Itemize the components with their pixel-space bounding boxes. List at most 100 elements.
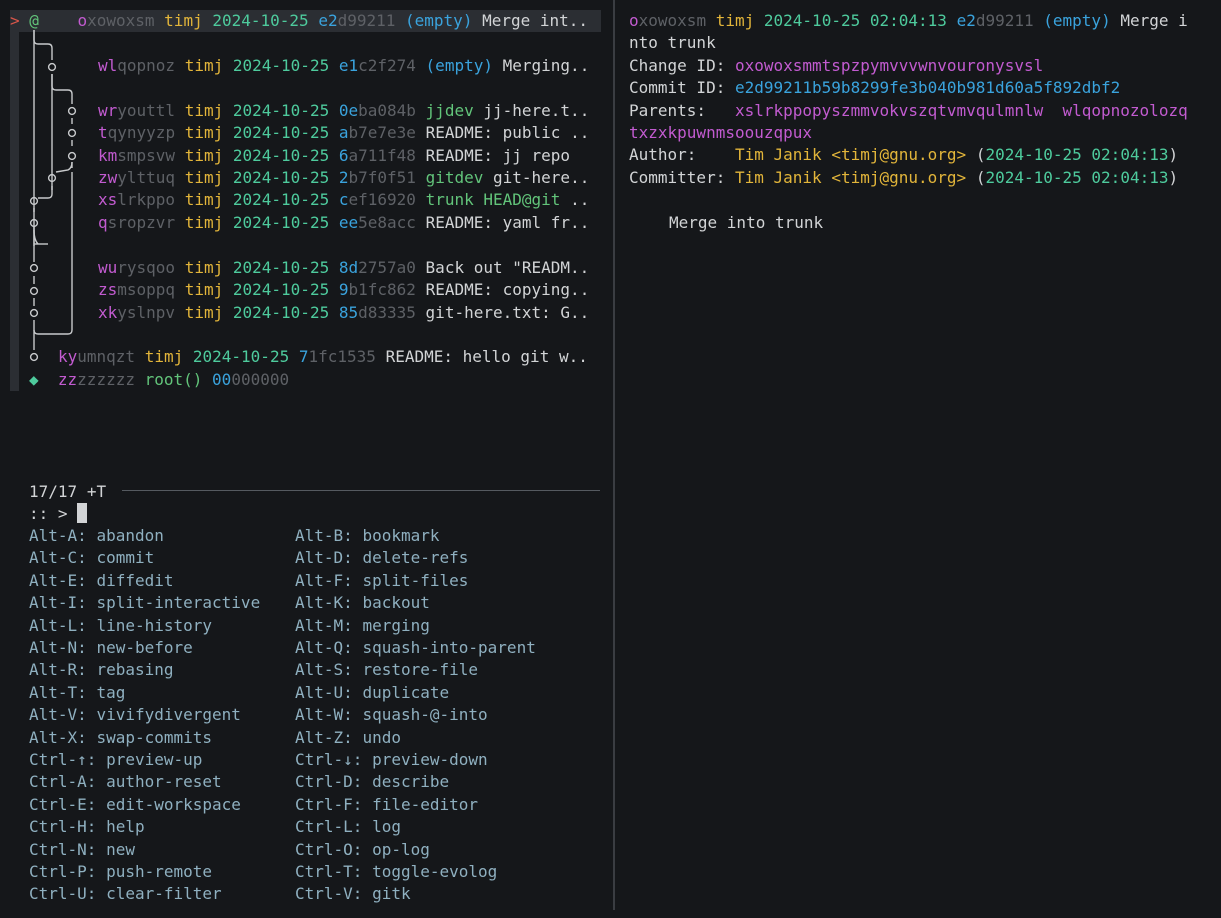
keybinding-item[interactable]: Alt-W: squash-@-into [295, 704, 488, 726]
hash-rest: b7e7e3e [348, 123, 416, 142]
key-combo: Alt-D: [295, 548, 353, 568]
keybinding-item[interactable]: Alt-T: tag [29, 682, 125, 704]
keybinding-item[interactable]: Alt-D: delete-refs [295, 547, 468, 569]
author: timj [184, 258, 224, 277]
action-name: author-reset [106, 772, 222, 792]
hash-rest: ba084b [358, 101, 416, 120]
description: Merging.. [502, 56, 590, 75]
hash-rest: 000000 [231, 370, 290, 389]
filter-divider [122, 490, 600, 491]
parent-2: wlqopnozolozq [1062, 101, 1188, 120]
change-id-rest: youttl [117, 101, 176, 120]
ref-tag: jjdev [425, 101, 474, 120]
pane-divider[interactable] [613, 0, 615, 910]
keybinding-item[interactable]: Ctrl-↓: preview-down [295, 749, 488, 771]
keybinding-item[interactable]: Alt-Q: squash-into-parent [295, 637, 536, 659]
log-row[interactable]: zsmsoppq timj 2024-10-25 9b1fc862 README… [98, 279, 589, 301]
log-row[interactable]: qsropzvr timj 2024-10-25 ee5e8acc README… [98, 212, 589, 234]
log-row[interactable]: zwylttuq timj 2024-10-25 2b7f0f51 gitdev… [98, 167, 589, 189]
keybinding-item[interactable]: Alt-N: new-before [29, 637, 193, 659]
key-combo: Alt-C: [29, 548, 87, 568]
keybinding-item[interactable]: Ctrl-V: gitk [295, 883, 411, 905]
action-name: delete-refs [362, 548, 469, 568]
date: 2024-10-25 [212, 11, 309, 30]
keybinding-item[interactable]: Alt-X: swap-commits [29, 727, 212, 749]
date: 2024-10-25 [232, 146, 330, 165]
keybinding-item[interactable]: Ctrl-E: edit-workspace [29, 794, 241, 816]
author: timj [184, 213, 224, 232]
filter-input[interactable]: :: > [29, 503, 88, 525]
action-name: edit-workspace [106, 794, 241, 814]
key-combo: Ctrl-N: [29, 839, 97, 859]
keybinding-item[interactable]: Alt-A: abandon [29, 525, 164, 547]
working-copy-symbol: @ [29, 11, 39, 30]
hash-prefix: a [338, 123, 349, 142]
keybinding-item[interactable]: Ctrl-T: toggle-evolog [295, 861, 497, 883]
keybinding-item[interactable]: Alt-Z: undo [295, 727, 401, 749]
key-combo: Ctrl-A: [29, 772, 97, 792]
hash-prefix: 85 [338, 303, 359, 322]
key-combo: Alt-K: [295, 593, 353, 613]
key-combo: Alt-I: [29, 593, 87, 613]
action-name: push-remote [106, 862, 213, 881]
commit-message: Merge into trunk [669, 213, 824, 232]
action-name: bookmark [362, 526, 440, 545]
action-name: preview-up [106, 750, 203, 769]
change-id-prefix: zw [98, 168, 118, 187]
author: timj [184, 303, 224, 322]
key-combo: Alt-B: [295, 526, 353, 545]
action-name: rebasing [96, 660, 174, 680]
description: jj-here.t.. [483, 101, 590, 120]
root-diamond-icon: ◆ [29, 370, 39, 389]
log-row[interactable]: wryouttl timj 2024-10-25 0eba084b jjdev … [98, 100, 589, 122]
keybinding-item[interactable]: Ctrl-H: help [29, 816, 145, 838]
keybinding-item[interactable]: Alt-F: split-files [295, 570, 468, 592]
log-row[interactable]: xslrkppo timj 2024-10-25 cef16920 trunk … [98, 189, 589, 211]
log-row[interactable]: wlqopnoz timj 2024-10-25 e1c2f274 (empty… [98, 55, 589, 77]
keybinding-item[interactable]: Alt-K: backout [295, 592, 430, 614]
keybinding-item[interactable]: Ctrl-↑: preview-up [29, 749, 202, 771]
key-combo: Alt-Q: [295, 638, 353, 657]
action-name: log [372, 817, 401, 837]
keybinding-item[interactable]: Alt-B: bookmark [295, 525, 440, 547]
keybinding-item[interactable]: Ctrl-N: new [29, 839, 135, 861]
log-row-selected[interactable]: > @ oxowoxsm timj 2024-10-25 e2d99211 (e… [10, 10, 588, 32]
log-row[interactable]: tqynyyzp timj 2024-10-25 ab7e7e3e README… [98, 122, 589, 144]
log-row[interactable]: kyumnqzt timj 2024-10-25 71fc1535 README… [58, 346, 588, 368]
keybinding-item[interactable]: Alt-U: duplicate [295, 682, 449, 704]
keybinding-item[interactable]: Alt-R: rebasing [29, 659, 174, 681]
keybinding-item[interactable]: Ctrl-U: clear-filter [29, 883, 222, 905]
keybinding-item[interactable]: Ctrl-F: file-editor [295, 794, 478, 816]
keybinding-item[interactable]: Ctrl-L: log [295, 816, 401, 838]
action-name: describe [372, 772, 450, 792]
key-combo: Alt-M: [295, 615, 353, 635]
action-name: squash-@-into [362, 705, 488, 725]
log-row[interactable]: xkyslnpv timj 2024-10-25 85d83335 git-he… [98, 302, 589, 324]
hash-rest: d99211 [337, 11, 396, 30]
text-cursor [77, 503, 88, 523]
keybinding-item[interactable]: Alt-V: vivifydivergent [29, 704, 241, 726]
keybinding-item[interactable]: Ctrl-A: author-reset [29, 771, 222, 793]
author: timj [144, 347, 184, 366]
keybinding-item[interactable]: Ctrl-O: op-log [295, 839, 430, 861]
log-row[interactable]: wurysqoo timj 2024-10-25 8d2757a0 Back o… [98, 257, 589, 279]
ref-tag: trunk HEAD@git [425, 190, 561, 209]
keybinding-item[interactable]: Alt-L: line-history [29, 615, 212, 637]
hash-prefix: 8d [338, 258, 359, 277]
keybinding-item[interactable]: Alt-E: diffedit [29, 570, 174, 592]
preview-header: oxowoxsm timj 2024-10-25 02:04:13 e2d992… [629, 11, 1188, 30]
keybinding-item[interactable]: Alt-S: restore-file [295, 659, 478, 681]
action-name: op-log [372, 839, 430, 859]
keybinding-item[interactable]: Alt-I: split-interactive [29, 592, 260, 614]
log-row[interactable]: kmsmpsvw timj 2024-10-25 6a711f48 README… [98, 145, 570, 167]
log-row-root[interactable]: ◆ zzzzzzzz root() 00000000 [29, 369, 289, 391]
keybinding-item[interactable]: Alt-M: merging [295, 615, 430, 637]
key-combo: Alt-S: [295, 660, 353, 680]
description: README: hello git w.. [385, 347, 588, 366]
key-combo: Alt-E: [29, 570, 87, 590]
keybinding-item[interactable]: Ctrl-P: push-remote [29, 861, 212, 883]
root-label: root() [144, 370, 203, 389]
date: 2024-10-25 [232, 213, 330, 232]
keybinding-item[interactable]: Alt-C: commit [29, 547, 154, 569]
keybinding-item[interactable]: Ctrl-D: describe [295, 771, 449, 793]
